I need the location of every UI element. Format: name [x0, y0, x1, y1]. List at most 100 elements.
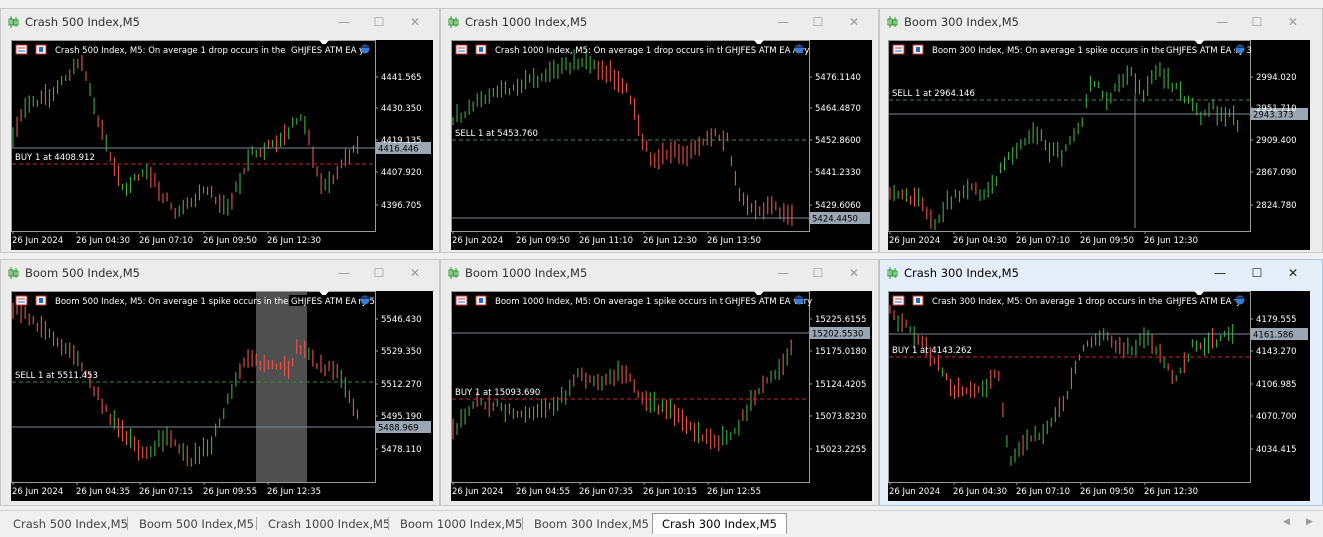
tab-boom-1000[interactable]: Boom 1000 Index,M5: [400, 515, 522, 533]
price-tick-label: 2824.780: [1256, 201, 1297, 211]
price-chart[interactable]: SELL 1 at 5511.453 5488.969 5546.430 5529.3…: [11, 291, 433, 501]
price-tick-label: 5478.110: [381, 445, 422, 455]
minimize-button[interactable]: —: [334, 264, 354, 282]
price-tick-label: 4106.985: [1256, 380, 1297, 390]
trade-label: BUY 1 at 15093.690: [455, 388, 540, 398]
tab-crash-1000[interactable]: Crash 1000 Index,M5: [268, 515, 390, 533]
chart-canvas[interactable]: SELL 1 at 5453.760 5424.4450 5476.1140 5464…: [451, 40, 872, 250]
tab-boom-500[interactable]: Boom 500 Index,M5: [139, 515, 254, 533]
ea-label: GHJFES ATM EA: [725, 297, 791, 307]
chart-bars-icon[interactable]: [892, 44, 905, 55]
tab-separator: [388, 517, 389, 530]
candlestick-icon: [448, 16, 459, 28]
price-tick-label: 4407.920: [381, 168, 422, 178]
chart-bars-icon[interactable]: [455, 295, 468, 306]
window-title: Boom 300 Index,M5: [904, 15, 1019, 29]
window-titlebar[interactable]: Crash 300 Index,M5 — ☐ ✕: [880, 260, 1322, 286]
trade-label: SELL 1 at 2964.146: [892, 89, 975, 99]
price-chart[interactable]: SELL 1 at 5453.760 5424.4450 5476.1140 5464…: [451, 40, 872, 250]
ea-label: GHJFES ATM EA: [1166, 46, 1232, 56]
ea-hat-icon-top: [1236, 45, 1244, 48]
chart-canvas[interactable]: SELL 1 at 2964.1462943.3732994.0202951.7…: [888, 40, 1310, 250]
chart-bars-icon[interactable]: [15, 295, 28, 306]
current-price-label: 5488.969: [378, 424, 419, 434]
minimize-button[interactable]: —: [1210, 264, 1230, 282]
window-title: Crash 1000 Index,M5: [465, 15, 588, 29]
window-titlebar[interactable]: Boom 300 Index,M5 — ☐ ✕: [880, 9, 1322, 35]
price-tick-label: 2994.020: [1256, 73, 1297, 83]
scroll-left-icon[interactable]: ◀: [1283, 517, 1290, 527]
time-tick-label: 26 Jun 07:10: [139, 236, 193, 246]
close-button[interactable]: ✕: [1283, 13, 1303, 31]
maximize-button[interactable]: ☐: [1247, 13, 1267, 31]
tab-crash-300[interactable]: Crash 300 Index,M5: [652, 513, 787, 534]
maximize-button[interactable]: ☐: [808, 264, 828, 282]
window-titlebar[interactable]: Boom 500 Index,M5 — ☐ ✕: [1, 260, 439, 286]
plot-frame: [11, 291, 376, 483]
chart-window-boom-1000[interactable]: Boom 1000 Index,M5 — ☐ ✕ BUY 1 at 15093.…: [440, 259, 879, 506]
minimize-button[interactable]: —: [773, 13, 793, 31]
trade-icon-inner: [479, 298, 483, 303]
close-button[interactable]: ✕: [844, 13, 864, 31]
tab-crash-500[interactable]: Crash 500 Index,M5: [13, 515, 128, 533]
chart-bars-icon[interactable]: [892, 295, 905, 306]
chart-window-crash-500[interactable]: Crash 500 Index,M5 — ☐ ✕ BUY 1 at 4408.9…: [0, 8, 440, 253]
time-tick-label: 26 Jun 09:50: [1080, 236, 1134, 246]
price-chart[interactable]: BUY 1 at 4408.912 4416.446 4441.565 4430.35…: [11, 40, 433, 250]
minimize-button[interactable]: —: [773, 264, 793, 282]
scroll-right-icon[interactable]: ▶: [1306, 517, 1313, 527]
maximize-button[interactable]: ☐: [808, 13, 828, 31]
chart-window-boom-500[interactable]: Boom 500 Index,M5 — ☐ ✕ SELL 1 at 5511.4…: [0, 259, 440, 506]
time-tick-label: 26 Jun 2024: [12, 487, 63, 497]
chart-bars-icon[interactable]: [15, 44, 28, 55]
trade-label: BUY 1 at 4143.262: [892, 346, 972, 356]
time-tick-label: 26 Jun 04:55: [516, 487, 570, 497]
price-tick-label: 4143.270: [1256, 347, 1297, 357]
price-tick-label: 15175.0180: [815, 347, 866, 357]
candlestick-icon: [448, 267, 459, 279]
trade-label: SELL 1 at 5453.760: [455, 129, 538, 139]
minimize-button[interactable]: —: [1212, 13, 1232, 31]
trade-icon-inner: [916, 47, 920, 52]
close-button[interactable]: ✕: [405, 264, 425, 282]
maximize-button[interactable]: ☐: [1247, 264, 1267, 282]
close-button[interactable]: ✕: [1283, 264, 1303, 282]
chart-window-boom-300[interactable]: Boom 300 Index,M5 — ☐ ✕ SELL 1 at 2964.1…: [879, 8, 1323, 253]
price-tick-label: 5495.190: [381, 412, 422, 422]
tab-separator: [127, 517, 128, 530]
close-button[interactable]: ✕: [405, 13, 425, 31]
window-titlebar[interactable]: Crash 1000 Index,M5 — ☐ ✕: [441, 9, 878, 35]
price-chart[interactable]: SELL 1 at 2964.146 2943.373 2994.020 2951.7…: [888, 40, 1310, 250]
window-title: Crash 500 Index,M5: [25, 15, 140, 29]
price-tick-label: 5464.4870: [815, 104, 861, 114]
chart-bars-icon[interactable]: [455, 44, 468, 55]
time-tick-label: 26 Jun 12:35: [267, 487, 321, 497]
time-tick-label: 26 Jun 2024: [889, 487, 940, 497]
maximize-button[interactable]: ☐: [369, 264, 389, 282]
time-tick-label: 26 Jun 04:30: [953, 487, 1007, 497]
plot-frame: [11, 40, 376, 232]
chart-canvas[interactable]: SELL 1 at 5511.453 5488.969 5546.430 5529.3…: [11, 291, 433, 501]
chart-canvas[interactable]: BUY 1 at 4408.912 4416.446 4441.565 4430.35…: [11, 40, 433, 250]
price-chart[interactable]: BUY 1 at 15093.690 15202.5530 15225.6155 15…: [451, 291, 872, 501]
price-tick-label: 5441.2330: [815, 168, 861, 178]
tab-boom-300[interactable]: Boom 300 Index,M5: [534, 515, 649, 533]
price-tick-label: 2951.710: [1256, 104, 1297, 114]
time-tick-label: 26 Jun 07:35: [579, 487, 633, 497]
current-price-label: 4416.446: [378, 145, 419, 155]
close-button[interactable]: ✕: [844, 264, 864, 282]
trade-icon-inner: [916, 298, 920, 303]
window-titlebar[interactable]: Boom 1000 Index,M5 — ☐ ✕: [441, 260, 878, 286]
chart-window-crash-1000[interactable]: Crash 1000 Index,M5 — ☐ ✕ SELL 1 at 5453…: [440, 8, 879, 253]
time-tick-label: 26 Jun 07:10: [1016, 487, 1070, 497]
maximize-button[interactable]: ☐: [369, 13, 389, 31]
window-titlebar[interactable]: Crash 500 Index,M5 — ☐ ✕: [1, 9, 439, 35]
price-tick-label: 15073.8230: [815, 412, 866, 422]
current-price-label: 5424.4450: [812, 215, 858, 225]
chart-window-crash-300[interactable]: Crash 300 Index,M5 — ☐ ✕ BUY 1 at 4143.2…: [879, 259, 1323, 506]
minimize-button[interactable]: —: [334, 13, 354, 31]
time-tick-label: 26 Jun 13:50: [707, 236, 761, 246]
chart-canvas[interactable]: BUY 1 at 15093.690 15202.5530 15225.6155 15…: [451, 291, 872, 501]
price-chart[interactable]: BUY 1 at 4143.262 4161.586 4179.555 4143.27…: [888, 291, 1310, 501]
chart-canvas[interactable]: BUY 1 at 4143.262 4161.586 4179.555 4143.27…: [888, 291, 1310, 501]
